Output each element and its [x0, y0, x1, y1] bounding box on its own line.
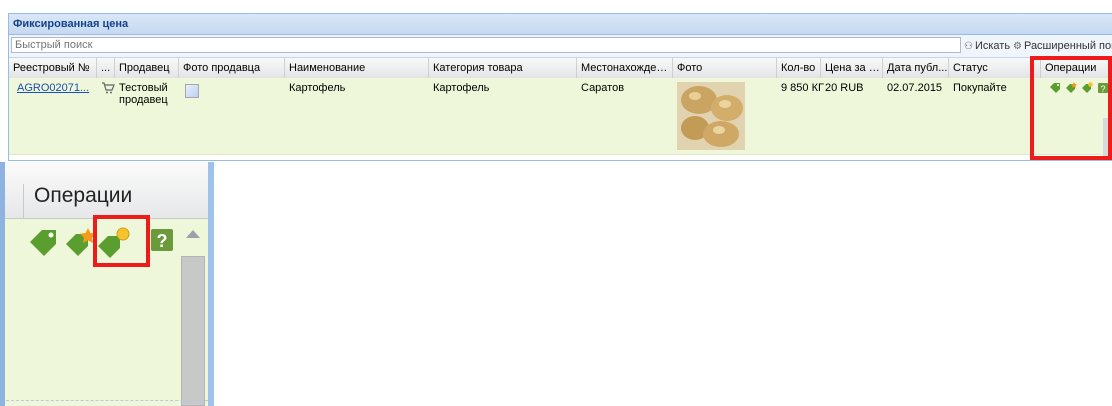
operations-zoom-inset: Операции ? [0, 162, 214, 406]
registry-no-link[interactable]: AGRO02071... [13, 82, 97, 94]
column-status[interactable]: Статус [949, 58, 1041, 78]
panel-title: Фиксированная цена [9, 14, 1112, 35]
operations-highlight [1030, 56, 1112, 160]
quick-search-input[interactable] [11, 37, 961, 53]
zoom-header: Операции [0, 162, 214, 219]
gear-icon: ⚙ [1013, 41, 1022, 52]
column-unit-price[interactable]: Цена за ед... [821, 58, 883, 78]
search-button[interactable]: ⚇ Искать [964, 39, 1010, 53]
scroll-track[interactable] [181, 256, 205, 406]
svg-text:?: ? [157, 231, 168, 251]
zoom-right-border [208, 162, 214, 406]
product-price: 20 RUB [825, 82, 864, 94]
column-name[interactable]: Наименование [285, 58, 429, 78]
column-registry-no[interactable]: Реестровый № [9, 58, 97, 78]
advanced-search-button[interactable]: ⚙Расширенный поис [1013, 39, 1112, 53]
grid-header: Реестровый № ... Продавец Фото продавца … [9, 58, 1112, 79]
seller-photo [185, 84, 199, 98]
product-category: Картофель [433, 82, 490, 94]
tag-coin-highlight [93, 215, 150, 267]
column-seller-photo[interactable]: Фото продавца [179, 58, 285, 78]
tag-star-icon[interactable] [66, 228, 96, 256]
zoom-bottom-border [6, 400, 208, 406]
zoom-column-title: Операции [34, 184, 133, 207]
column-location[interactable]: Местонахождени... [577, 58, 673, 78]
status-text: Покупайте [953, 82, 1007, 94]
help-icon[interactable]: ? [151, 229, 173, 251]
product-photo [677, 82, 745, 150]
column-seller[interactable]: Продавец [115, 58, 179, 78]
toolbar: ⚇Искать ⚙Расширенный поис [9, 35, 1112, 58]
seller-name: Тестовый продавец [119, 82, 168, 106]
product-name: Картофель [289, 82, 346, 94]
product-location: Саратов [581, 82, 625, 94]
zoom-scrollbar[interactable] [178, 230, 206, 406]
column-publish-date[interactable]: Дата публ... [883, 58, 949, 78]
column-more[interactable]: ... [97, 58, 115, 78]
zoom-column-separator [23, 184, 24, 218]
binoculars-icon: ⚇ [964, 41, 973, 52]
table-row[interactable]: AGRO02071... Тестовый продавец Картофель… [9, 78, 1112, 155]
tag-icon[interactable] [30, 230, 56, 256]
column-photo[interactable]: Фото [673, 58, 777, 78]
zoom-left-border [0, 162, 5, 406]
product-quantity: 9 850 КГ [781, 82, 824, 94]
column-quantity[interactable]: Кол-во [777, 58, 821, 78]
publish-date: 02.07.2015 [887, 82, 943, 94]
fixed-price-panel: Фиксированная цена ⚇Искать ⚙Расширенный … [8, 13, 1112, 161]
column-category[interactable]: Категория товара [429, 58, 577, 78]
scroll-up-arrow-icon[interactable] [186, 230, 200, 238]
